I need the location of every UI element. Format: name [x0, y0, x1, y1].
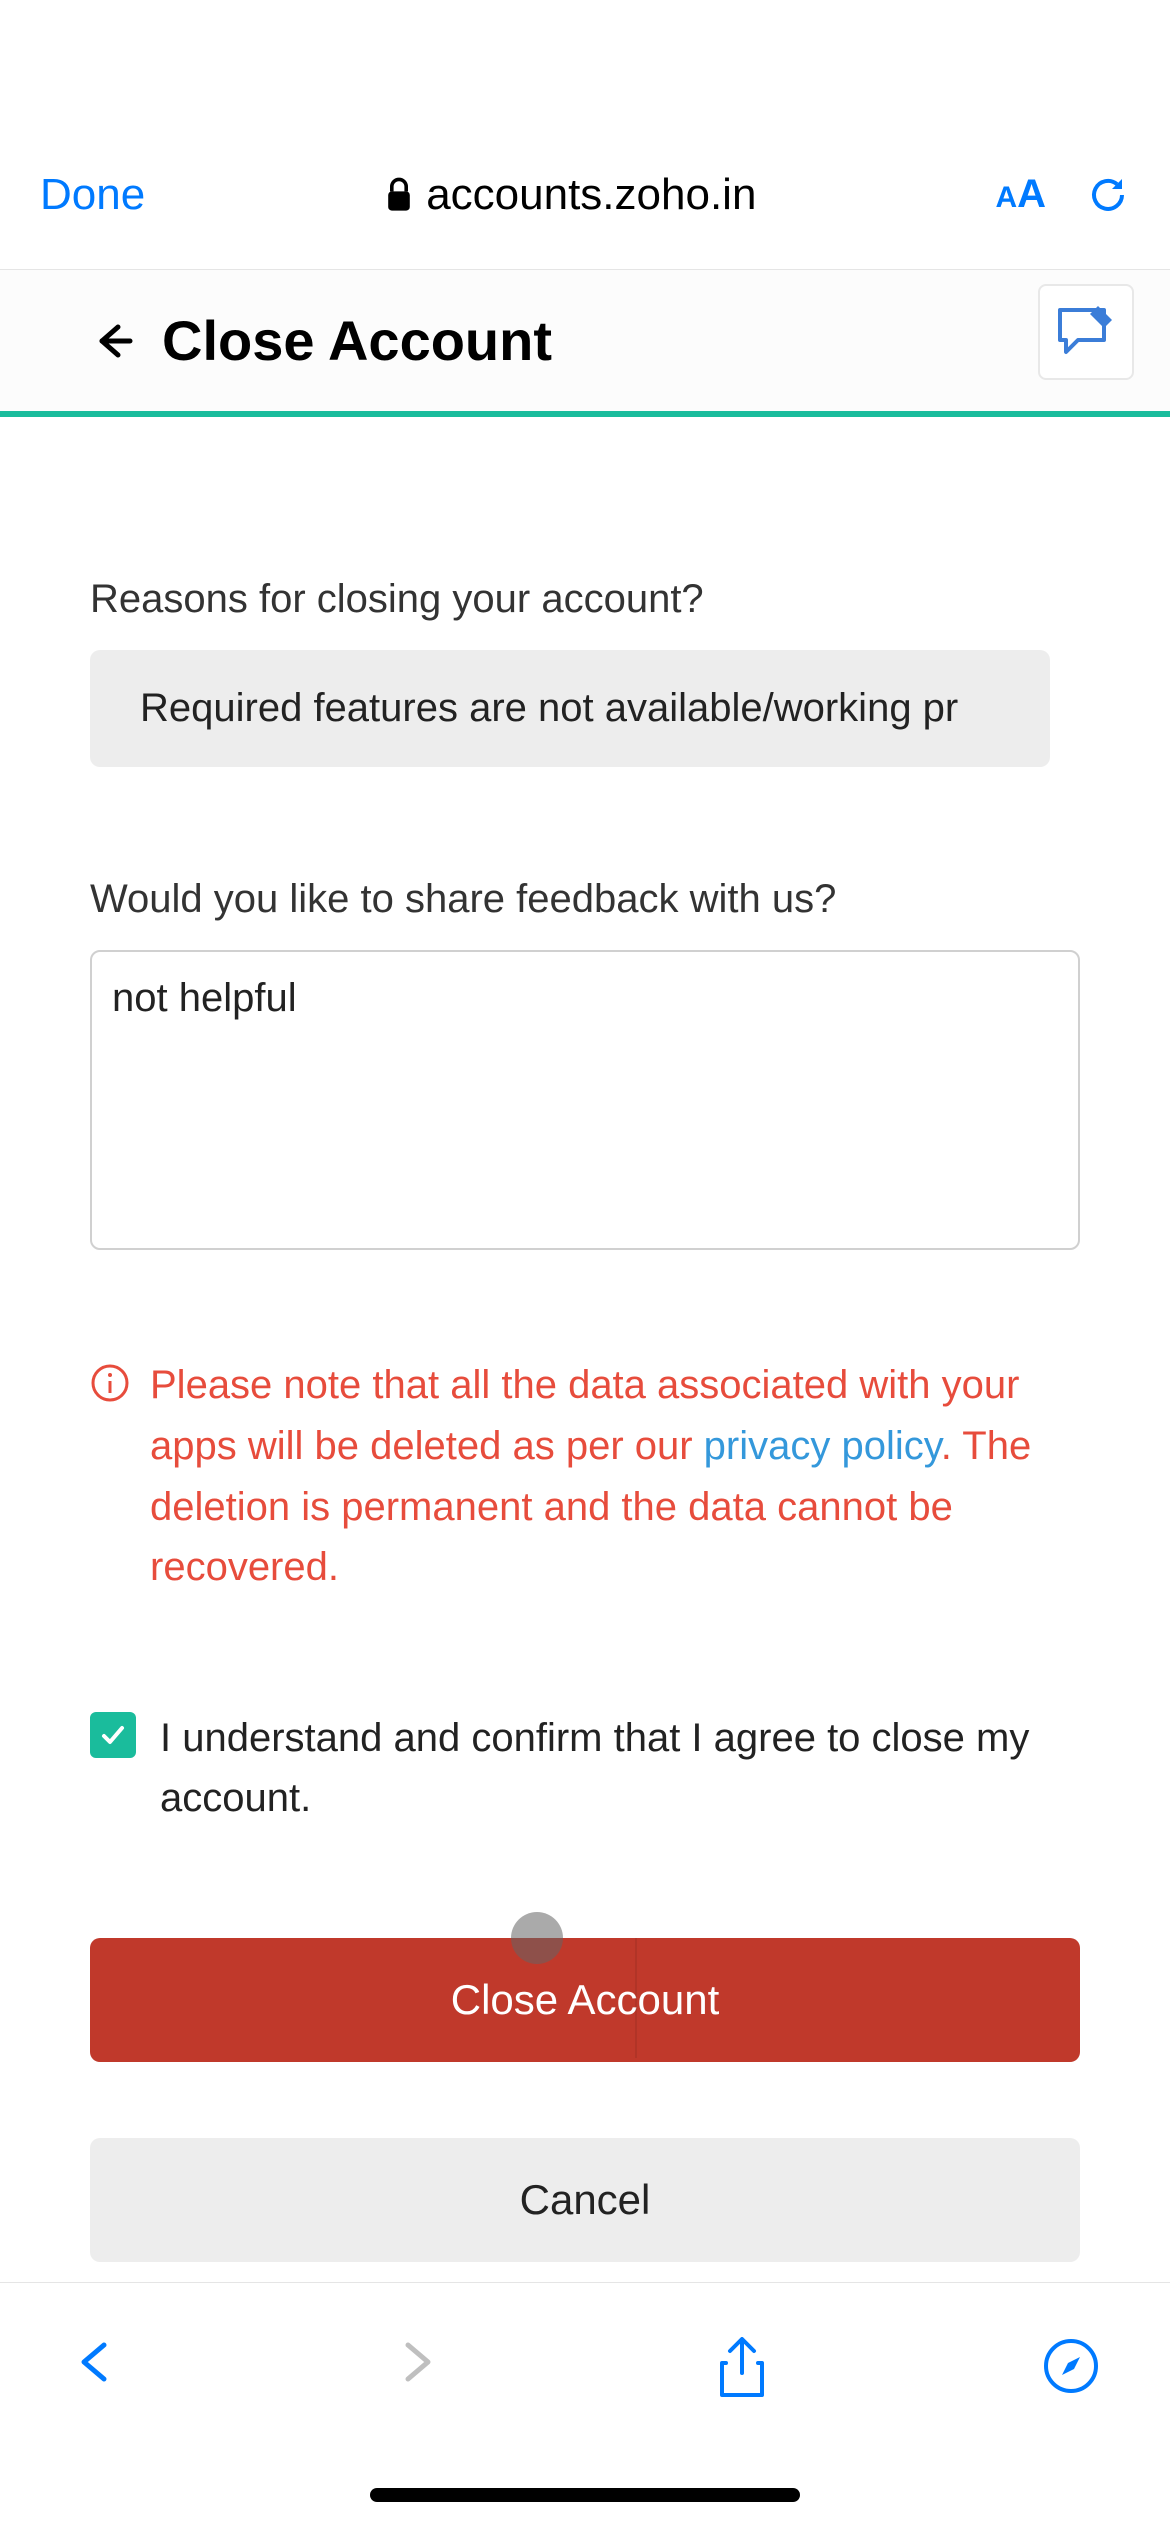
- nav-forward-icon: [392, 2337, 442, 2387]
- feedback-label: Would you like to share feedback with us…: [90, 877, 1080, 922]
- warning-text: Please note that all the data associated…: [150, 1355, 1080, 1598]
- privacy-policy-link[interactable]: privacy policy: [704, 1424, 941, 1468]
- url-text: accounts.zoho.in: [426, 170, 756, 220]
- feedback-icon: [1054, 304, 1118, 360]
- check-icon: [98, 1720, 128, 1750]
- confirm-text: I understand and confirm that I agree to…: [160, 1708, 1080, 1828]
- safari-icon[interactable]: [1042, 2337, 1100, 2395]
- page-header: Close Account: [0, 270, 1170, 411]
- lock-icon: [384, 177, 414, 213]
- info-icon: [90, 1363, 130, 1403]
- feedback-textarea[interactable]: [90, 950, 1080, 1250]
- reason-select[interactable]: Required features are not available/work…: [90, 650, 1050, 767]
- warning-note: Please note that all the data associated…: [90, 1355, 1080, 1598]
- browser-toolbar: Done accounts.zoho.in AA: [0, 0, 1170, 270]
- done-button[interactable]: Done: [40, 170, 145, 220]
- nav-back-icon[interactable]: [70, 2337, 120, 2387]
- confirm-row: I understand and confirm that I agree to…: [90, 1708, 1080, 1828]
- share-icon[interactable]: [714, 2337, 770, 2399]
- close-account-button[interactable]: Close Account: [90, 1938, 1080, 2062]
- touch-indicator: [511, 1912, 563, 1964]
- back-arrow-icon[interactable]: [90, 319, 134, 363]
- form-content: Reasons for closing your account? Requir…: [0, 477, 1170, 2262]
- text-size-button[interactable]: AA: [995, 172, 1046, 217]
- home-indicator[interactable]: [370, 2488, 800, 2502]
- page-title: Close Account: [162, 308, 552, 373]
- cancel-button[interactable]: Cancel: [90, 2138, 1080, 2262]
- feedback-button[interactable]: [1038, 284, 1134, 380]
- divider-line: [635, 1938, 637, 2058]
- url-display[interactable]: accounts.zoho.in: [384, 170, 756, 220]
- confirm-checkbox[interactable]: [90, 1712, 136, 1758]
- partial-scroll-title: Close Account: [0, 417, 1170, 477]
- reason-label: Reasons for closing your account?: [90, 577, 1080, 622]
- reload-icon[interactable]: [1086, 173, 1130, 217]
